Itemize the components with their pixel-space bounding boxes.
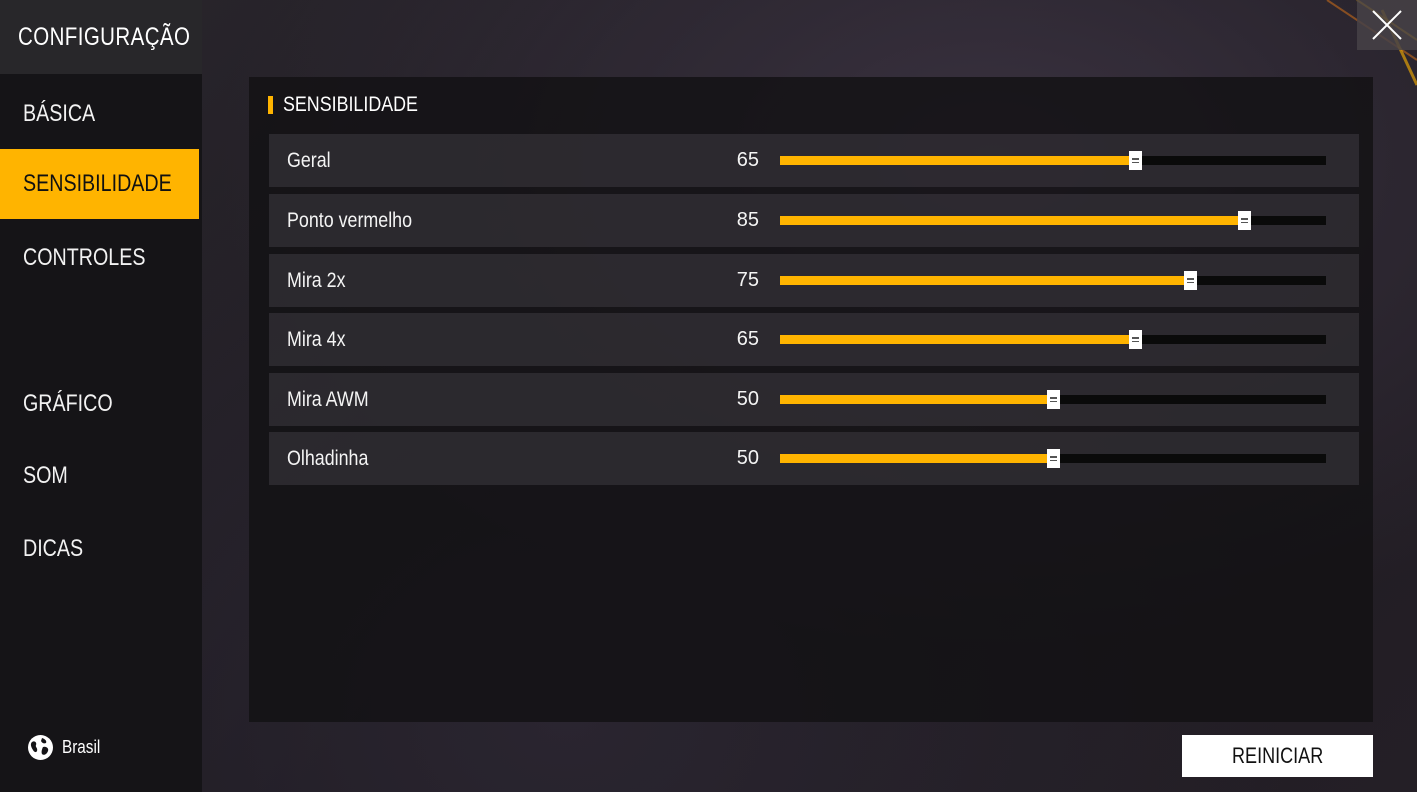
slider-handle[interactable]	[1238, 211, 1252, 230]
sidebar-title-text: CONFIGURAÇÃO	[18, 22, 191, 51]
sidebar-title: CONFIGURAÇÃO	[0, 0, 202, 74]
slider-value: 65	[736, 328, 759, 350]
slider-row-mira-awm: Mira AWM 50	[269, 373, 1359, 426]
slider-row-geral: Geral 65	[269, 134, 1359, 187]
sidebar-item-label: CONTROLES	[23, 244, 146, 271]
sidebar-item-grafico[interactable]: GRÁFICO	[0, 369, 199, 439]
slider-fill	[780, 276, 1190, 285]
slider-label: Mira 2x	[287, 268, 346, 292]
sidebar-item-label: GRÁFICO	[23, 390, 113, 417]
slider-fill	[780, 156, 1135, 165]
region-selector[interactable]: Brasil	[27, 733, 107, 761]
slider-value: 50	[736, 388, 759, 410]
slider-value: 75	[736, 269, 759, 291]
close-button[interactable]	[1357, 0, 1417, 50]
reset-button[interactable]: REINICIAR	[1182, 735, 1373, 777]
slider-fill	[780, 335, 1135, 344]
sidebar-item-label: SENSIBILIDADE	[23, 170, 172, 197]
region-label: Brasil	[62, 736, 101, 757]
sidebar-item-basica[interactable]: BÁSICA	[0, 79, 199, 149]
slider-fill	[780, 454, 1053, 463]
sidebar-item-label: SOM	[23, 462, 68, 489]
sensitivity-slider[interactable]	[780, 211, 1326, 230]
sensitivity-slider[interactable]	[780, 390, 1326, 409]
slider-handle[interactable]	[1047, 449, 1060, 468]
section-title-text: SENSIBILIDADE	[283, 93, 418, 116]
sensitivity-slider[interactable]	[780, 151, 1326, 170]
slider-row-ponto-vermelho: Ponto vermelho 85	[269, 194, 1359, 247]
slider-handle[interactable]	[1047, 390, 1060, 409]
sensitivity-slider[interactable]	[780, 271, 1326, 290]
close-icon	[1372, 10, 1402, 40]
sensitivity-slider[interactable]	[780, 449, 1326, 468]
sidebar-item-label: DICAS	[23, 535, 84, 562]
sidebar-item-dicas[interactable]: DICAS	[0, 514, 199, 584]
sidebar-item-sensibilidade[interactable]: SENSIBILIDADE	[0, 149, 199, 219]
slider-label: Geral	[287, 148, 331, 172]
slider-handle[interactable]	[1128, 330, 1142, 349]
slider-row-olhadinha: Olhadinha 50	[269, 432, 1359, 485]
slider-handle[interactable]	[1128, 151, 1142, 170]
slider-label: Mira AWM	[287, 387, 369, 411]
slider-fill	[780, 395, 1053, 404]
slider-handle[interactable]	[1183, 271, 1197, 290]
sensitivity-slider[interactable]	[780, 330, 1326, 349]
reset-button-label: REINICIAR	[1231, 743, 1324, 768]
section-title-marker	[268, 96, 273, 114]
sidebar-item-controles[interactable]: CONTROLES	[0, 223, 199, 293]
slider-label: Olhadinha	[287, 446, 369, 470]
slider-label: Ponto vermelho	[287, 208, 413, 232]
sensitivity-panel: SENSIBILIDADE Geral 65 Ponto vermelho 85…	[249, 77, 1373, 722]
slider-value: 65	[736, 149, 759, 171]
slider-value: 50	[736, 447, 759, 469]
sidebar: CONFIGURAÇÃO BÁSICA SENSIBILIDADE CONTRO…	[0, 0, 202, 792]
slider-value: 85	[736, 209, 759, 231]
sidebar-item-som[interactable]: SOM	[0, 441, 199, 511]
sidebar-item-label: BÁSICA	[23, 100, 96, 127]
section-title: SENSIBILIDADE	[268, 93, 442, 117]
slider-row-mira-2x: Mira 2x 75	[269, 254, 1359, 307]
slider-row-mira-4x: Mira 4x 65	[269, 313, 1359, 366]
slider-fill	[780, 216, 1245, 225]
globe-icon	[28, 734, 53, 760]
slider-label: Mira 4x	[287, 327, 346, 351]
